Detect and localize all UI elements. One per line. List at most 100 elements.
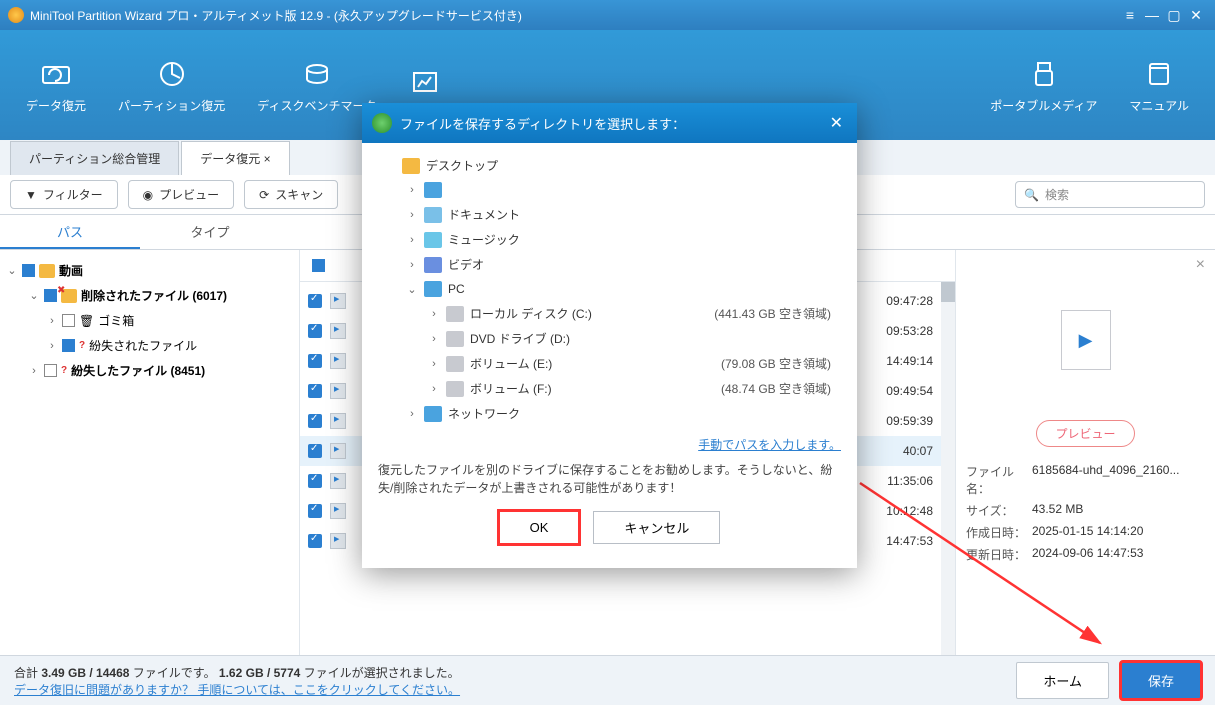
dialog-tree-row[interactable]: › <box>378 178 841 202</box>
checkbox[interactable] <box>308 384 322 398</box>
select-all-checkbox[interactable] <box>312 259 325 272</box>
preview-file-button[interactable]: プレビュー <box>1036 420 1134 447</box>
scrollbar-thumb[interactable] <box>941 282 955 302</box>
checkbox[interactable] <box>44 289 57 302</box>
scrollbar[interactable] <box>941 282 955 655</box>
home-button[interactable]: ホーム <box>1016 662 1109 699</box>
checkbox[interactable] <box>62 314 75 327</box>
dialog-tree-label: ドキュメント <box>448 206 520 223</box>
dialog-tree-label: ローカル ディスク (C:) <box>470 305 592 322</box>
dialog-tree-label: デスクトップ <box>426 157 498 174</box>
preview-label: プレビュー <box>159 186 219 203</box>
tree-row-lost[interactable]: › ? 紛失されたファイル <box>4 333 295 358</box>
scan-button[interactable]: ⟳スキャン <box>244 180 338 209</box>
toolbar-manual[interactable]: マニュアル <box>1129 57 1189 114</box>
chevron-right-icon[interactable]: › <box>46 340 58 352</box>
checkbox[interactable] <box>308 414 322 428</box>
dialog-tree-row[interactable]: ›ローカル ディスク (C:)(441.43 GB 空き領域) <box>378 301 841 326</box>
close-panel-icon[interactable]: × <box>1196 256 1205 274</box>
preview-button[interactable]: ◉プレビュー <box>128 180 235 209</box>
toolbar-chart[interactable] <box>408 65 442 105</box>
chevron-down-icon[interactable]: ⌄ <box>6 264 18 277</box>
filter-label: フィルター <box>43 186 103 203</box>
dialog-tree-label: DVD ドライブ (D:) <box>470 330 570 347</box>
chevron-right-icon[interactable]: › <box>28 365 40 377</box>
checkbox[interactable] <box>44 364 57 377</box>
checkbox[interactable] <box>308 474 322 488</box>
dialog-tree-label: ボリューム (F:) <box>470 380 552 397</box>
dialog-tree-row[interactable]: › ドキュメント <box>378 202 841 227</box>
chevron-icon[interactable]: › <box>428 308 440 320</box>
trash-icon: 🗑 <box>79 314 94 328</box>
chevron-icon[interactable]: › <box>428 333 440 345</box>
chevron-icon[interactable]: › <box>406 184 418 196</box>
scan-label: スキャン <box>275 186 323 203</box>
search-placeholder: 検索 <box>1045 186 1069 203</box>
toolbar-benchmark[interactable]: ディスクベンチマーク <box>257 57 376 114</box>
checkbox[interactable] <box>308 534 322 548</box>
chevron-icon[interactable]: ⌄ <box>406 283 418 296</box>
dialog-tree-row[interactable]: ⌄PC <box>378 277 841 301</box>
checkbox[interactable] <box>62 339 75 352</box>
folder-icon: ✖ <box>61 289 77 303</box>
checkbox[interactable] <box>22 264 35 277</box>
size-label: サイズ： <box>966 502 1032 519</box>
maximize-icon[interactable]: ▢ <box>1163 4 1185 26</box>
dialog-tree-row[interactable]: ›ネットワーク <box>378 401 841 426</box>
checkbox[interactable] <box>308 294 322 308</box>
dialog-tree-row[interactable]: › ミュージック <box>378 227 841 252</box>
search-input[interactable]: 🔍 検索 <box>1015 181 1205 208</box>
checkbox[interactable] <box>308 324 322 338</box>
dialog-tree-row[interactable]: デスクトップ <box>378 153 841 178</box>
checkbox[interactable] <box>308 444 322 458</box>
dialog-tree-row[interactable]: ›ボリューム (E:)(79.08 GB 空き領域) <box>378 351 841 376</box>
chevron-icon[interactable]: › <box>428 383 440 395</box>
search-icon: 🔍 <box>1024 188 1039 202</box>
tree-row-lost2[interactable]: › ? 紛失したファイル (8451) <box>4 358 295 383</box>
tab-partition-manage[interactable]: パーティション総合管理 <box>10 141 179 175</box>
subtab-type[interactable]: タイプ <box>140 215 280 249</box>
toolbar-label: データ復元 <box>26 97 86 114</box>
filter-button[interactable]: ▼フィルター <box>10 180 118 209</box>
video-file-icon <box>1061 310 1111 370</box>
partition-icon <box>155 57 189 91</box>
save-button[interactable]: 保存 <box>1121 662 1201 699</box>
updated-label: 更新日時： <box>966 546 1032 563</box>
checkbox[interactable] <box>308 504 322 518</box>
tree-row-video[interactable]: ⌄ 動画 <box>4 258 295 283</box>
video-thumb-icon <box>330 293 346 309</box>
dialog-title: ファイルを保存するディレクトリを選択します： <box>400 114 685 133</box>
chevron-icon[interactable]: › <box>406 234 418 246</box>
toolbar-data-recovery[interactable]: データ復元 <box>26 57 86 114</box>
menu-icon[interactable]: ≡ <box>1119 4 1141 26</box>
tab-data-recovery[interactable]: データ復元 × <box>181 141 289 175</box>
subtab-path[interactable]: パス <box>0 215 140 249</box>
tree-label: 紛失したファイル (8451) <box>71 364 205 378</box>
checkbox[interactable] <box>308 354 322 368</box>
dialog-tree-row[interactable]: ›ビデオ <box>378 252 841 277</box>
tree-row-deleted[interactable]: ⌄ ✖ 削除されたファイル (6017) <box>4 283 295 308</box>
dialog-tree-row[interactable]: › DVD ドライブ (D:) <box>378 326 841 351</box>
window-titlebar: MiniTool Partition Wizard プロ・アルティメット版 12… <box>0 0 1215 30</box>
help-link[interactable]: データ復旧に問題がありますか？ 手順については、ここをクリックしてください。 <box>14 681 460 698</box>
minimize-icon[interactable]: — <box>1141 4 1163 26</box>
tree-row-trash[interactable]: › 🗑 ゴミ箱 <box>4 308 295 333</box>
video-thumb-icon <box>330 323 346 339</box>
chevron-icon[interactable]: › <box>406 209 418 221</box>
toolbar-portable-media[interactable]: ポータブルメディア <box>990 57 1097 114</box>
dialog-close-icon[interactable]: ✕ <box>826 113 847 133</box>
toolbar-partition-recovery[interactable]: パーティション復元 <box>118 57 225 114</box>
chevron-icon[interactable]: › <box>406 259 418 271</box>
dialog-tree-label: ミュージック <box>448 231 520 248</box>
manual-path-link[interactable]: 手動でパスを入力します。 <box>378 436 841 453</box>
music-icon <box>424 232 442 248</box>
chevron-icon[interactable]: › <box>428 358 440 370</box>
chevron-down-icon[interactable]: ⌄ <box>28 289 40 302</box>
dialog-tree-row[interactable]: ›ボリューム (F:)(48.74 GB 空き領域) <box>378 376 841 401</box>
cancel-button[interactable]: キャンセル <box>593 511 720 544</box>
close-icon[interactable]: ✕ <box>1185 4 1207 26</box>
drive-icon <box>446 331 464 347</box>
chevron-icon[interactable]: › <box>406 408 418 420</box>
ok-button[interactable]: OK <box>499 511 580 544</box>
chevron-right-icon[interactable]: › <box>46 315 58 327</box>
